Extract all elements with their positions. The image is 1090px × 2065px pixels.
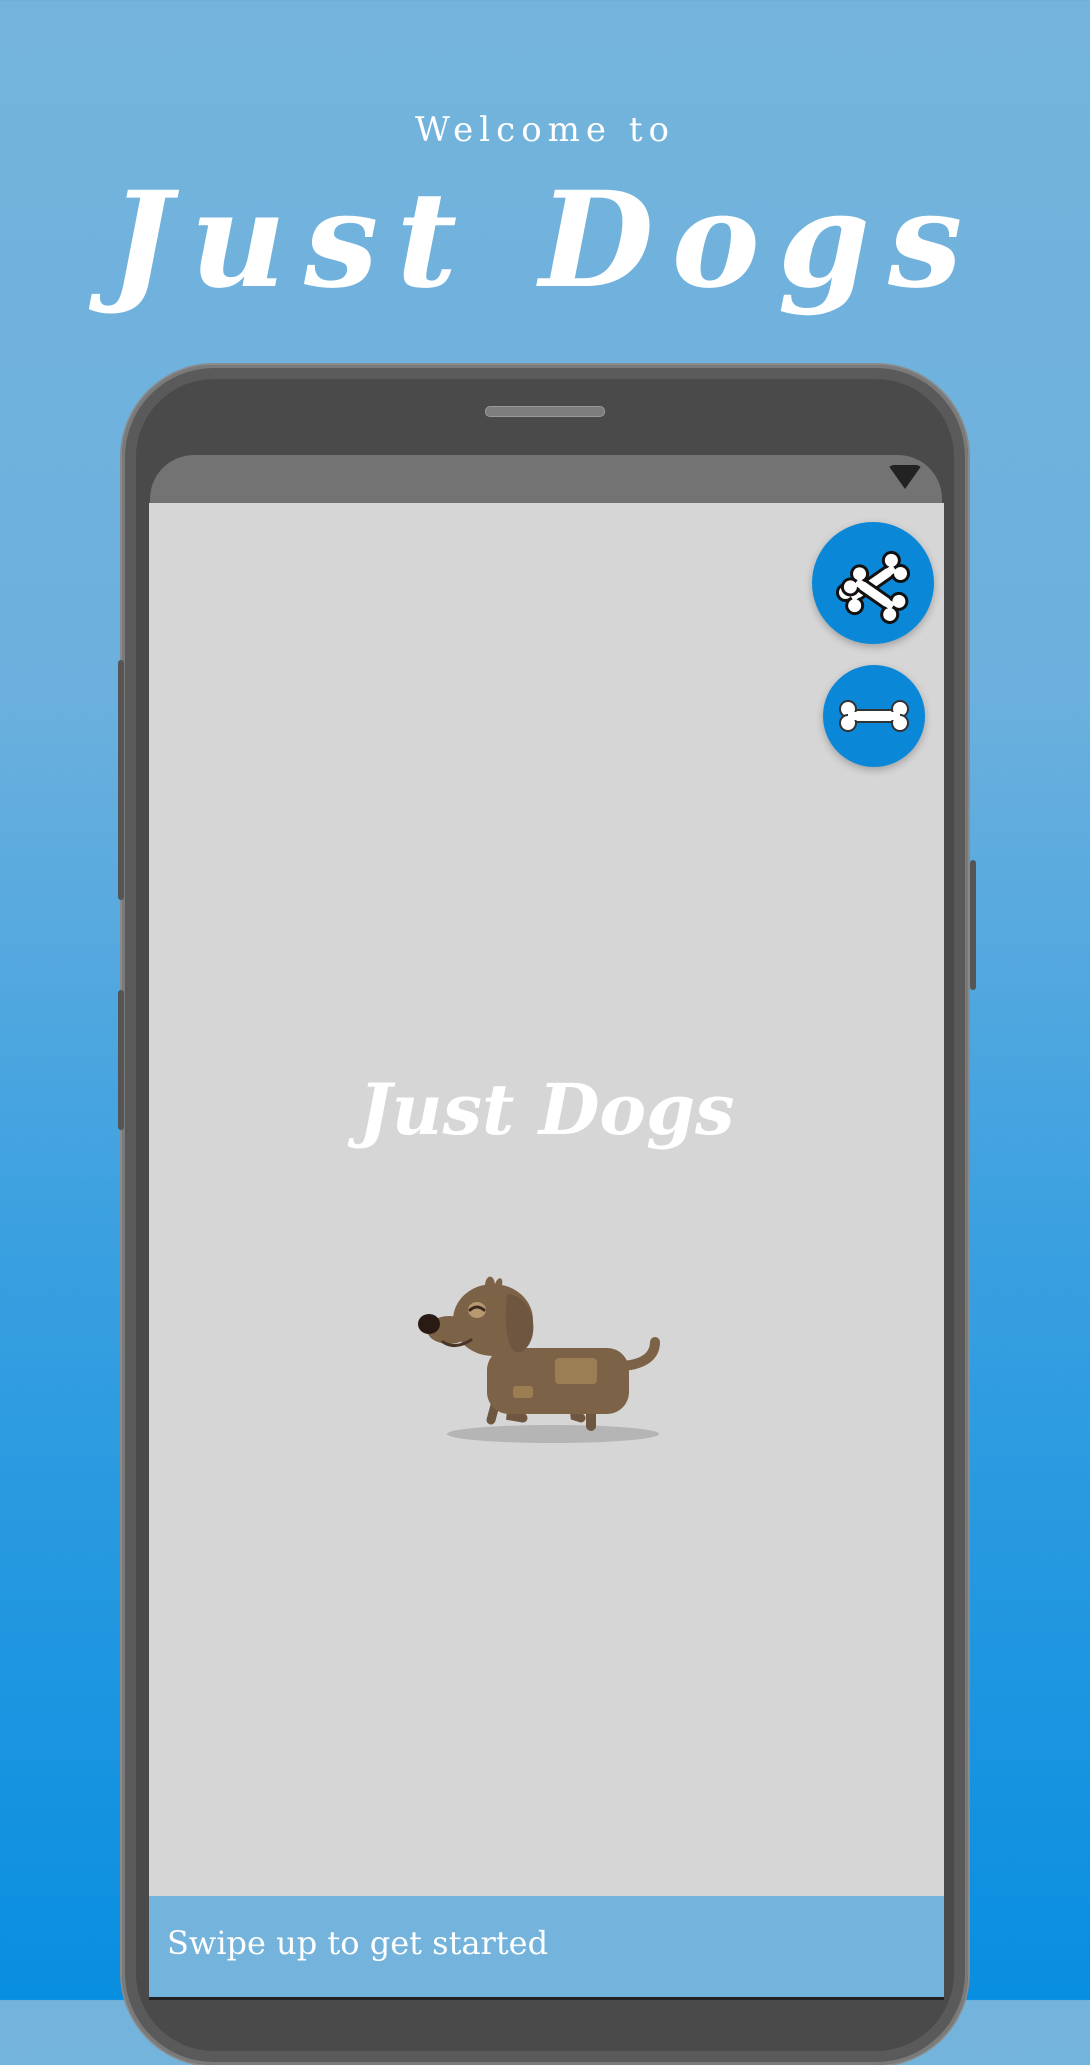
dog-spot-small — [513, 1386, 533, 1398]
dog-ear — [505, 1294, 534, 1353]
volume-button — [118, 660, 124, 900]
bone-icon — [839, 700, 909, 732]
dog-tail — [618, 1337, 660, 1371]
bone-fab[interactable] — [823, 665, 925, 767]
crossed-bones-icon — [835, 550, 911, 624]
dog-illustration — [418, 1276, 660, 1443]
wifi-icon — [888, 465, 922, 489]
screen-title: Just Dogs — [358, 1068, 735, 1151]
dog-shadow — [447, 1425, 659, 1443]
dog-spot — [555, 1358, 597, 1384]
share-fab[interactable] — [812, 522, 934, 644]
app-title: Just Dogs — [109, 163, 981, 318]
dog-tuft — [485, 1276, 503, 1288]
dog-nose — [418, 1314, 440, 1334]
welcome-text: Welcome to — [415, 110, 675, 150]
swipe-up-bar[interactable]: Swipe up to get started — [149, 1896, 944, 2000]
earpiece-speaker — [485, 406, 605, 417]
side-button-right — [970, 860, 976, 990]
swipe-up-label: Swipe up to get started — [167, 1924, 549, 1962]
power-button — [118, 990, 124, 1130]
status-bar — [150, 455, 942, 503]
